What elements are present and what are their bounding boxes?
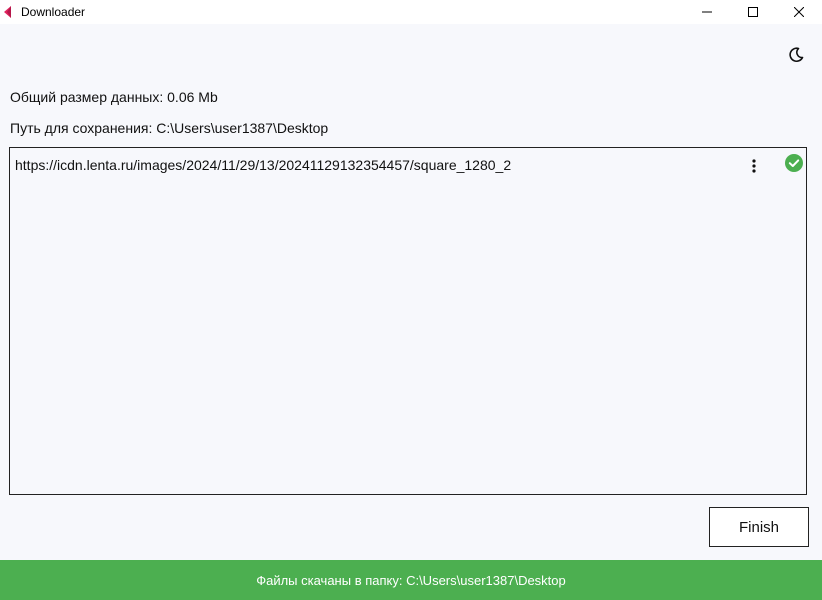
download-url: https://icdn.lenta.ru/images/2024/11/29/… <box>15 157 512 173</box>
app-logo-icon <box>2 5 16 19</box>
total-size-label: Общий размер данных: 0.06 Mb <box>10 89 218 105</box>
save-path-label: Путь для сохранения: C:\Users\user1387\D… <box>10 120 329 136</box>
status-message: Файлы скачаны в папку: C:\Users\user1387… <box>256 572 566 588</box>
window-title: Downloader <box>21 5 86 19</box>
finish-button[interactable]: Finish <box>709 507 809 547</box>
window-controls <box>684 0 822 24</box>
list-item: https://icdn.lenta.ru/images/2024/11/29/… <box>10 148 806 182</box>
more-vert-icon <box>752 159 756 173</box>
item-menu-button[interactable] <box>746 157 762 175</box>
title-bar: Downloader <box>0 0 822 24</box>
downloads-list[interactable]: https://icdn.lenta.ru/images/2024/11/29/… <box>9 147 807 495</box>
check-circle-icon <box>785 154 803 172</box>
close-button[interactable] <box>776 0 822 24</box>
theme-toggle-button[interactable] <box>786 45 806 65</box>
status-bar: Файлы скачаны в папку: C:\Users\user1387… <box>0 560 822 600</box>
close-icon <box>794 7 804 17</box>
minimize-icon <box>702 11 712 13</box>
maximize-icon <box>748 7 758 17</box>
minimize-button[interactable] <box>684 0 730 24</box>
moon-icon <box>789 47 804 62</box>
maximize-button[interactable] <box>730 0 776 24</box>
